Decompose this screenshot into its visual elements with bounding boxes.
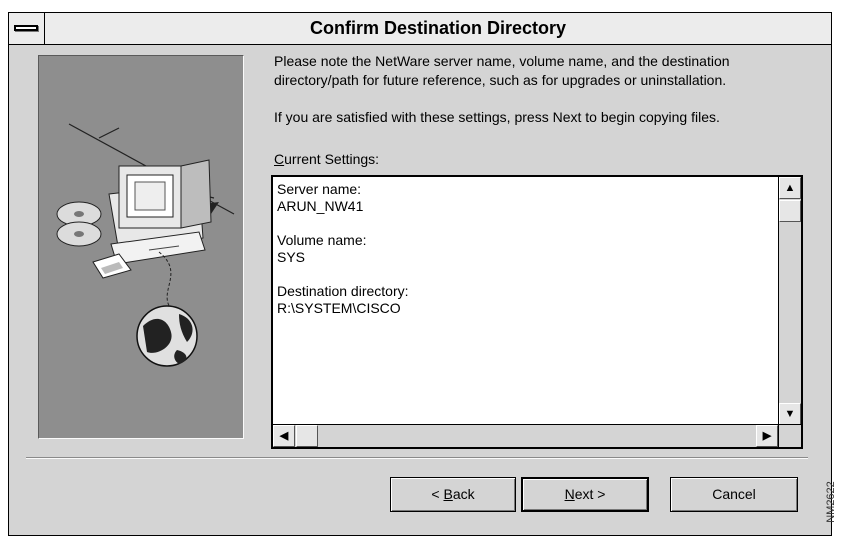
scrollbar-corner bbox=[778, 424, 801, 447]
figure-id-stamp: NM2622 bbox=[824, 481, 837, 523]
destination-directory-label: Destination directory: bbox=[277, 283, 409, 299]
intro-text: Please note the NetWare server name, vol… bbox=[274, 53, 730, 88]
server-name-value: ARUN_NW41 bbox=[277, 198, 364, 214]
settings-group-destination: Destination directory: R:\SYSTEM\CISCO bbox=[277, 283, 775, 317]
horizontal-scrollbar[interactable]: ◀ ▶ bbox=[273, 424, 778, 447]
cd-icon bbox=[56, 201, 102, 247]
settings-content: Server name: ARUN_NW41 Volume name: SYS … bbox=[277, 181, 775, 334]
scroll-down-button[interactable]: ▼ bbox=[779, 403, 801, 425]
scroll-up-button[interactable]: ▲ bbox=[779, 177, 801, 199]
title-bar: Confirm Destination Directory bbox=[9, 13, 831, 45]
vertical-scrollbar[interactable]: ▲ ▼ bbox=[778, 177, 801, 425]
volume-name-value: SYS bbox=[277, 249, 306, 265]
computer-illustration bbox=[56, 123, 235, 367]
scroll-right-arrow-icon: ▶ bbox=[762, 430, 772, 442]
button-divider bbox=[26, 457, 808, 459]
current-settings-label-rest: urrent Settings: bbox=[284, 151, 380, 167]
back-button[interactable]: < Back bbox=[390, 477, 516, 512]
scroll-left-button[interactable]: ◀ bbox=[273, 425, 295, 447]
current-settings-label: Current Settings: bbox=[274, 150, 379, 169]
settings-group-volume: Volume name: SYS bbox=[277, 232, 775, 266]
scroll-left-arrow-icon: ◀ bbox=[279, 430, 289, 442]
cancel-button[interactable]: Cancel bbox=[670, 477, 798, 512]
horizontal-scroll-thumb[interactable] bbox=[296, 425, 318, 447]
current-settings-list[interactable]: Server name: ARUN_NW41 Volume name: SYS … bbox=[271, 175, 803, 449]
settings-group-server: Server name: ARUN_NW41 bbox=[277, 181, 775, 215]
back-label-rest: ack bbox=[452, 486, 475, 502]
vertical-scroll-thumb[interactable] bbox=[779, 200, 801, 222]
volume-name-label: Volume name: bbox=[277, 232, 367, 248]
server-name-label: Server name: bbox=[277, 181, 362, 197]
destination-directory-value: R:\SYSTEM\CISCO bbox=[277, 300, 401, 316]
window-title: Confirm Destination Directory bbox=[309, 18, 567, 38]
scroll-up-arrow-icon: ▲ bbox=[784, 182, 796, 194]
system-menu-icon[interactable] bbox=[9, 13, 45, 44]
setup-illustration-panel bbox=[38, 55, 244, 439]
scroll-right-button[interactable]: ▶ bbox=[756, 425, 778, 447]
confirm-text: If you are satisfied with these settings… bbox=[274, 109, 720, 125]
next-label-rest: ext > bbox=[574, 486, 606, 502]
globe-icon bbox=[136, 305, 198, 367]
back-mnemonic: B bbox=[443, 486, 453, 502]
mnemonic-c: C bbox=[274, 151, 285, 167]
scroll-down-arrow-icon: ▼ bbox=[784, 408, 796, 420]
next-button[interactable]: Next > bbox=[521, 477, 649, 512]
next-mnemonic: N bbox=[564, 486, 575, 502]
back-prefix: < bbox=[431, 486, 444, 502]
